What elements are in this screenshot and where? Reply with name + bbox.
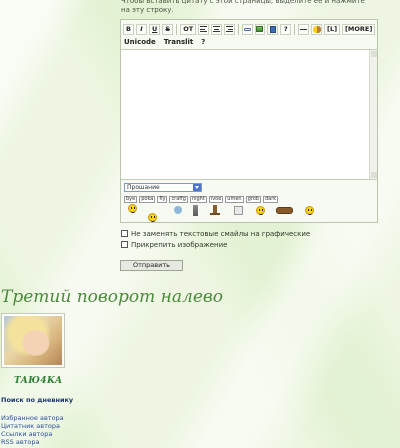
- smiley-bye[interactable]: bye: [124, 196, 138, 203]
- strike-button[interactable]: S: [162, 23, 174, 35]
- author-links: Избранное автора Цитатник автора Ссылки …: [1, 414, 64, 446]
- chevron-down-icon[interactable]: [193, 184, 201, 191]
- author-username[interactable]: TAЮ4KA: [14, 376, 62, 386]
- message-textarea[interactable]: [121, 49, 377, 180]
- toolbar-divider: [176, 23, 178, 35]
- attach-image-option[interactable]: Прикрепить изображение: [121, 240, 227, 249]
- secondary-toolbar: Unicode Translit ?: [124, 37, 205, 48]
- toolbar-divider: [294, 23, 296, 35]
- submit-button[interactable]: Отправить: [120, 260, 183, 271]
- insert-link-button[interactable]: [241, 23, 253, 35]
- video-icon: [269, 25, 276, 33]
- translit-button[interactable]: Translit: [164, 37, 193, 48]
- smiley-grob[interactable]: grob: [245, 196, 261, 203]
- smiley-dark[interactable]: dark: [262, 196, 279, 203]
- author-avatar[interactable]: [1, 313, 65, 368]
- insert-video-button[interactable]: [267, 23, 279, 35]
- underline-button[interactable]: U: [149, 23, 161, 35]
- no-replace-smileys-option[interactable]: Не заменять текстовые смайлы на графичес…: [121, 229, 310, 238]
- attach-image-label: Прикрепить изображение: [131, 240, 228, 249]
- align-center-button[interactable]: [210, 23, 222, 35]
- textarea-scrollbar[interactable]: [369, 50, 377, 179]
- short-link-button[interactable]: [L]: [323, 23, 340, 35]
- more-cut-button[interactable]: [MORE]: [341, 23, 375, 35]
- smiley-fly-icon[interactable]: [174, 206, 182, 214]
- toolbar-divider: [237, 23, 239, 35]
- diary-title-link[interactable]: Третий поворот налево: [1, 287, 223, 307]
- smiley-ivoe-icon[interactable]: [234, 206, 243, 215]
- offtopic-button[interactable]: OT: [180, 23, 197, 35]
- diary-search-link[interactable]: Поиск по дневнику: [1, 396, 73, 404]
- align-right-icon: [225, 26, 233, 32]
- align-left-button[interactable]: [198, 23, 209, 35]
- link-icon: [243, 27, 251, 31]
- horizontal-rule-button[interactable]: [298, 23, 310, 35]
- author-favorites-link[interactable]: Избранное автора: [1, 414, 64, 422]
- smiley-umen[interactable]: umen: [225, 196, 244, 203]
- smiley-craffg[interactable]: craffg: [169, 196, 188, 203]
- smiley-grave-icon[interactable]: [193, 205, 198, 216]
- unicode-button[interactable]: Unicode: [124, 37, 156, 48]
- image-icon: [256, 26, 264, 32]
- avatar-photo: [4, 316, 62, 365]
- author-links-link[interactable]: Ссылки автора: [1, 430, 64, 438]
- bold-button[interactable]: B: [123, 23, 134, 35]
- smiley-wave-icon[interactable]: [128, 204, 137, 213]
- insert-image-button[interactable]: [254, 23, 266, 35]
- smiley-poka[interactable]: poka: [139, 196, 156, 203]
- smiley-category-value: Прошание: [127, 184, 160, 191]
- smiley-bye-icon[interactable]: [148, 213, 157, 222]
- smiley-night[interactable]: night: [189, 196, 207, 203]
- quote-hint-link[interactable]: Чтобы вставить цитату с этой страницы, в…: [121, 0, 373, 15]
- smiley-fly[interactable]: fly: [157, 196, 168, 203]
- horizontal-rule-icon: [300, 28, 308, 30]
- format-toolbar: B I U S OT ? [L] [MORE]: [123, 22, 375, 36]
- italic-button[interactable]: I: [136, 23, 147, 35]
- smiley-dark-icon[interactable]: [305, 206, 314, 215]
- smiley-umen-icon[interactable]: [256, 206, 265, 215]
- scroll-down-arrow-icon[interactable]: [371, 172, 377, 178]
- scroll-up-arrow-icon[interactable]: [371, 51, 377, 57]
- smiley-panel-button[interactable]: [311, 23, 322, 35]
- smiley-ivoe[interactable]: ivoe: [208, 196, 224, 203]
- no-replace-smileys-checkbox[interactable]: [121, 230, 128, 237]
- align-left-icon: [199, 26, 207, 32]
- translit-help-button[interactable]: ?: [201, 37, 205, 48]
- attach-image-checkbox[interactable]: [121, 241, 128, 248]
- smiley-grob-icon[interactable]: [276, 207, 293, 214]
- help-button[interactable]: ?: [280, 23, 292, 35]
- message-editor: B I U S OT ? [L] [MORE] Unicode Translit…: [120, 19, 378, 223]
- smiley-group-icon: [312, 25, 321, 33]
- author-quotes-link[interactable]: Цитатник автора: [1, 422, 64, 430]
- align-center-icon: [212, 26, 220, 32]
- author-rss-link[interactable]: RSS автора: [1, 438, 64, 446]
- smiley-night-icon[interactable]: [210, 205, 220, 215]
- smiley-tag-row: bye poka fly craffg night ivoe umen grob…: [124, 196, 279, 203]
- align-right-button[interactable]: [223, 23, 235, 35]
- smiley-category-select[interactable]: Прошание: [124, 183, 202, 192]
- no-replace-smileys-label: Не заменять текстовые смайлы на графичес…: [131, 229, 311, 238]
